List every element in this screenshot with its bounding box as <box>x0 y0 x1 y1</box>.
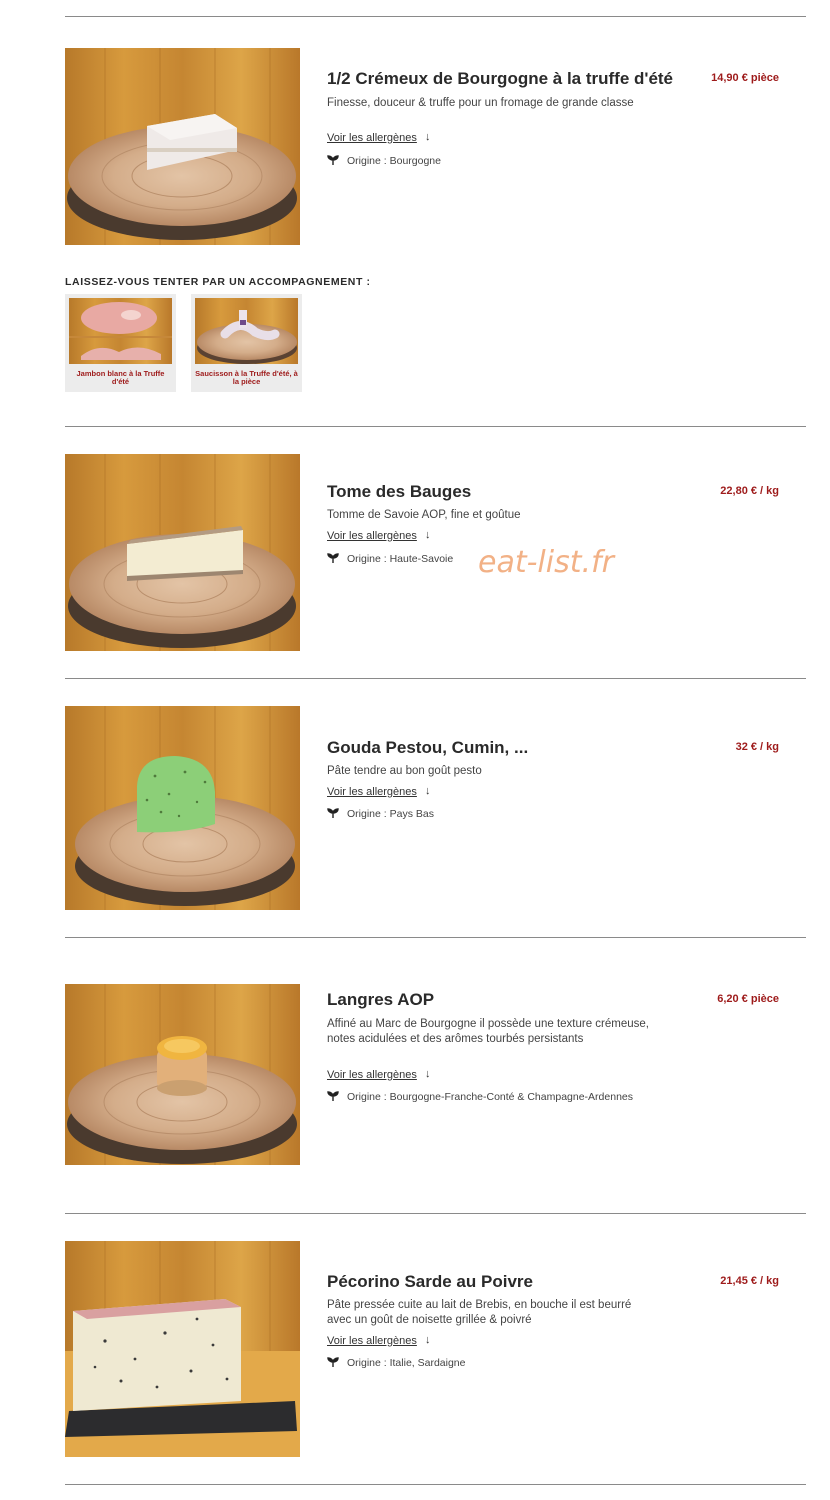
product-name: Langres AOP <box>327 990 435 1009</box>
accompaniment-label[interactable]: Saucisson à la Truffe d'été, à la pièce <box>193 370 300 386</box>
product-description: Affiné au Marc de Bourgogne il possède u… <box>327 1018 649 1045</box>
arrow-down-icon: ↓ <box>425 1068 431 1080</box>
arrow-down-icon: ↓ <box>425 529 431 541</box>
allergens-link-label[interactable]: Voir les allergènes <box>327 1069 417 1081</box>
accompaniment-image <box>69 298 172 364</box>
origin: Origine : Italie, Sardaigne <box>327 1357 465 1369</box>
accompaniment-title: LAISSEZ-VOUS TENTER PAR UN ACCOMPAGNEMEN… <box>65 276 371 288</box>
allergens-link-label[interactable]: Voir les allergènes <box>327 786 417 798</box>
allergens-link[interactable]: Voir les allergènes ↓ <box>327 131 431 144</box>
allergens-link-label[interactable]: Voir les allergènes <box>327 1335 417 1347</box>
leaf-icon <box>327 553 339 563</box>
origin-text: Origine : Pays Bas <box>347 808 434 820</box>
allergens-link[interactable]: Voir les allergènes ↓ <box>327 529 431 542</box>
origin: Origine : Bourgogne-Franche-Conté & Cham… <box>327 1091 633 1103</box>
origin-text: Origine : Italie, Sardaigne <box>347 1357 466 1369</box>
product-name: Tome des Bauges <box>327 482 472 501</box>
accompaniment-label[interactable]: Jambon blanc à la Truffe d'été <box>67 370 174 386</box>
allergens-link[interactable]: Voir les allergènes ↓ <box>327 1334 431 1347</box>
arrow-down-icon: ↓ <box>425 785 431 797</box>
leaf-icon <box>327 1091 339 1101</box>
origin-text: Origine : Bourgogne-Franche-Conté & Cham… <box>347 1091 633 1103</box>
arrow-down-icon: ↓ <box>425 1334 431 1346</box>
product-image[interactable] <box>65 48 300 245</box>
accompaniment-image <box>195 298 298 364</box>
arrow-down-icon: ↓ <box>425 131 431 143</box>
divider <box>65 426 806 427</box>
leaf-icon <box>327 808 339 818</box>
origin-text: Origine : Bourgogne <box>347 155 441 167</box>
product-price: 6,20 € pièce <box>717 993 779 1005</box>
divider <box>65 678 806 679</box>
product-image[interactable] <box>65 1241 300 1457</box>
product-price: 21,45 € / kg <box>720 1275 779 1287</box>
product-description: Pâte tendre au bon goût pesto <box>327 765 482 777</box>
allergens-link-label[interactable]: Voir les allergènes <box>327 530 417 542</box>
origin-text: Origine : Haute-Savoie <box>347 553 454 565</box>
product-price: 32 € / kg <box>735 741 779 753</box>
product-name: 1/2 Crémeux de Bourgogne à la truffe d'é… <box>327 69 674 88</box>
product-name: Gouda Pestou, Cumin, ... <box>327 738 529 757</box>
product-image[interactable] <box>65 984 300 1165</box>
product-name: Pécorino Sarde au Poivre <box>327 1272 533 1291</box>
product-price: 14,90 € pièce <box>711 72 779 84</box>
accompaniment-card-jambon[interactable]: Jambon blanc à la Truffe d'été <box>65 294 176 392</box>
product-price: 22,80 € / kg <box>720 485 779 497</box>
watermark: eat-list.fr <box>478 545 614 580</box>
product-image[interactable] <box>65 454 300 651</box>
origin: Origine : Bourgogne <box>327 155 441 167</box>
product-description: Tomme de Savoie AOP, fine et goûtue <box>327 509 521 521</box>
leaf-icon <box>327 155 339 165</box>
origin: Origine : Haute-Savoie <box>327 553 453 565</box>
product-description: Finesse, douceur & truffe pour un fromag… <box>327 97 634 109</box>
divider <box>65 1484 806 1485</box>
product-image[interactable] <box>65 706 300 910</box>
allergens-link[interactable]: Voir les allergènes ↓ <box>327 1068 431 1081</box>
accompaniment-card-saucisson[interactable]: Saucisson à la Truffe d'été, à la pièce <box>191 294 302 392</box>
divider <box>65 937 806 938</box>
divider <box>65 16 806 17</box>
allergens-link[interactable]: Voir les allergènes ↓ <box>327 785 431 798</box>
leaf-icon <box>327 1357 339 1367</box>
divider <box>65 1213 806 1214</box>
product-description: Pâte pressée cuite au lait de Brebis, en… <box>327 1299 632 1326</box>
allergens-link-label[interactable]: Voir les allergènes <box>327 132 417 144</box>
origin: Origine : Pays Bas <box>327 808 434 820</box>
